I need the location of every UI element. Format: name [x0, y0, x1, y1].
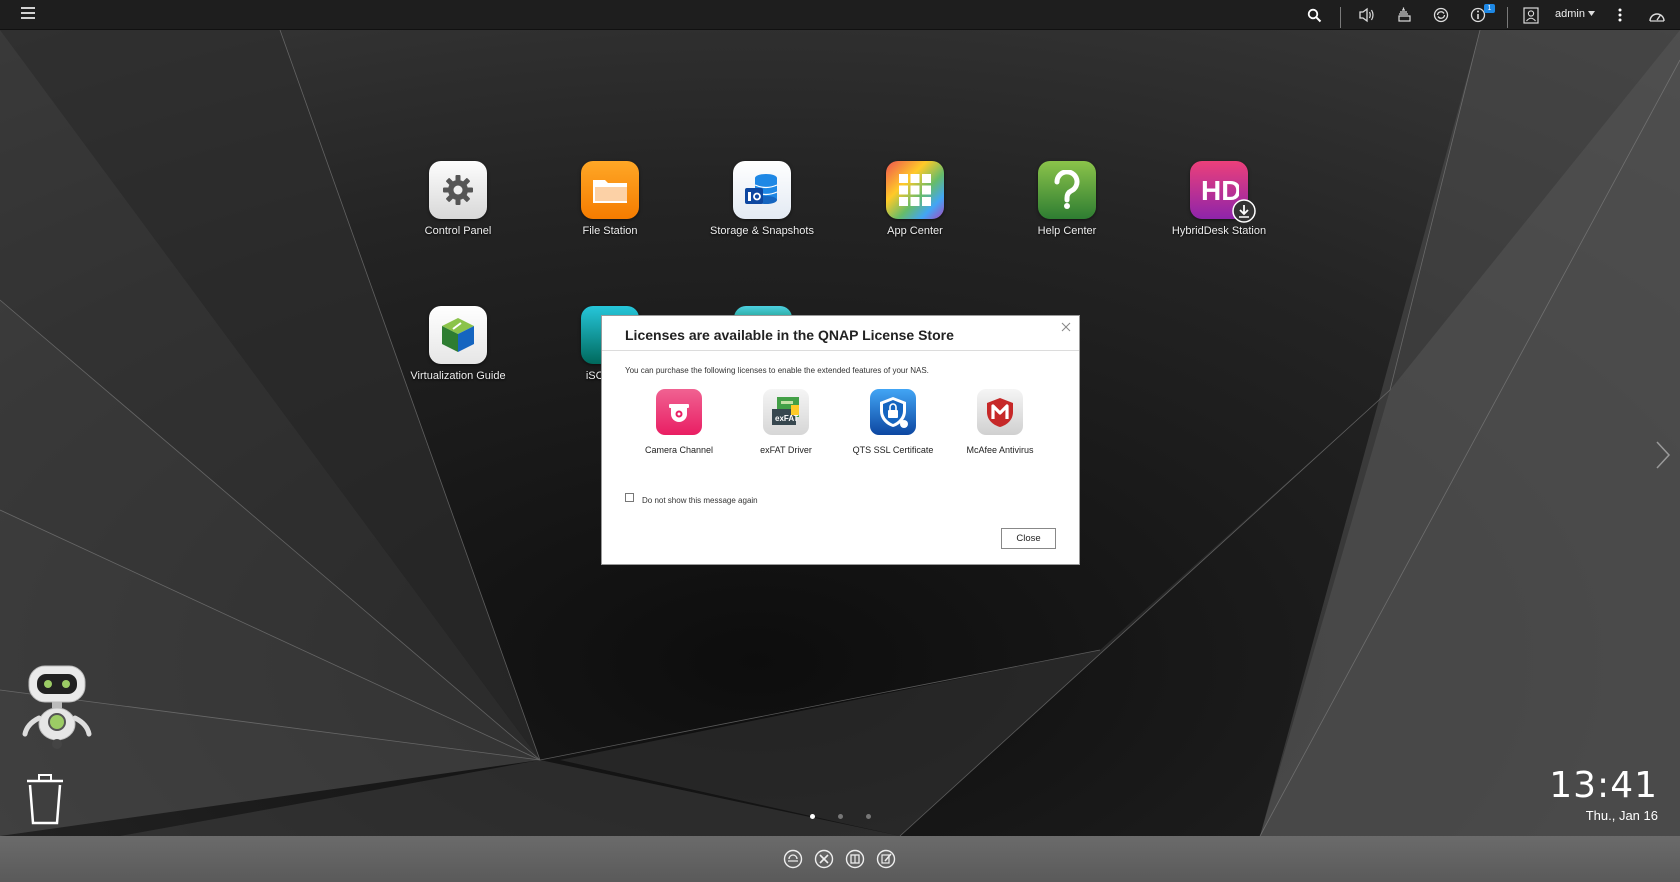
ssl-shield-icon [870, 389, 916, 435]
license-label: QTS SSL Certificate [852, 445, 934, 455]
tasks-icon[interactable] [1392, 3, 1416, 27]
sync-icon[interactable] [1429, 3, 1453, 27]
robot-assistant-icon[interactable] [19, 664, 95, 752]
app-hybriddesk-station[interactable]: HD HybridDesk Station [1149, 161, 1289, 237]
more-icon[interactable] [1608, 3, 1632, 27]
app-help-center[interactable]: Help Center [997, 161, 1137, 237]
grid-icon [886, 161, 944, 219]
dock-book-icon[interactable] [844, 848, 866, 870]
dialog-title: Licenses are available in the QNAP Licen… [625, 327, 954, 343]
app-virtualization-guide[interactable]: Virtualization Guide [388, 306, 528, 382]
license-label: McAfee Antivirus [966, 445, 1034, 455]
page-dot-2[interactable] [838, 814, 843, 819]
volume-icon[interactable] [1355, 3, 1379, 27]
clock-date: Thu., Jan 16 [1585, 808, 1658, 823]
divider [602, 350, 1079, 351]
license-mcafee-antivirus[interactable]: McAfee Antivirus [945, 389, 1055, 455]
hd-icon: HD [1190, 161, 1256, 223]
clock-time: 13:41 [1549, 765, 1658, 806]
app-label: HybridDesk Station [1171, 225, 1267, 237]
page-dot-1[interactable] [810, 814, 815, 819]
username-label[interactable]: admin [1555, 8, 1585, 20]
camera-icon [656, 389, 702, 435]
bottom-dock [0, 836, 1680, 882]
toolbar-separator [1340, 7, 1341, 28]
trash-icon[interactable] [25, 773, 65, 825]
exfat-icon: exFAT [763, 389, 809, 435]
dashboard-icon[interactable] [1645, 3, 1669, 27]
app-app-center[interactable]: App Center [845, 161, 985, 237]
svg-text:exFAT: exFAT [775, 414, 799, 423]
dock-remote-icon[interactable] [782, 848, 804, 870]
dont-show-again-checkbox[interactable] [625, 493, 634, 502]
notification-badge: 1 [1484, 4, 1495, 13]
app-control-panel[interactable]: Control Panel [388, 161, 528, 237]
app-label: Virtualization Guide [410, 370, 506, 382]
gear-icon [429, 161, 487, 219]
user-icon[interactable] [1519, 3, 1543, 27]
license-label: exFAT Driver [760, 445, 812, 455]
app-file-station[interactable]: File Station [540, 161, 680, 237]
download-icon [1232, 199, 1256, 223]
page-dot-3[interactable] [866, 814, 871, 819]
app-storage-snapshots[interactable]: Storage & Snapshots [692, 161, 832, 237]
chevron-down-icon[interactable] [1588, 11, 1595, 16]
app-label: Control Panel [424, 225, 492, 237]
app-label: Storage & Snapshots [710, 225, 814, 237]
search-icon[interactable] [1302, 3, 1326, 27]
dialog-description: You can purchase the following licenses … [625, 366, 929, 375]
storage-icon [733, 161, 791, 219]
app-label: App Center [887, 225, 943, 237]
dock-tools-icon[interactable] [813, 848, 835, 870]
close-icon[interactable] [1059, 320, 1073, 334]
menu-icon[interactable] [20, 6, 36, 25]
chevron-right-icon[interactable] [1655, 440, 1671, 470]
app-label: Help Center [1037, 225, 1097, 237]
question-icon [1038, 161, 1096, 219]
license-qts-ssl-certificate[interactable]: QTS SSL Certificate [838, 389, 948, 455]
top-bar: 1 admin [0, 0, 1680, 30]
license-exfat-driver[interactable]: exFAT exFAT Driver [731, 389, 841, 455]
license-store-dialog: Licenses are available in the QNAP Licen… [601, 315, 1080, 565]
toolbar-separator [1507, 7, 1508, 28]
dock-edit-icon[interactable] [875, 848, 897, 870]
license-label: Camera Channel [644, 445, 714, 455]
cube-icon [429, 306, 487, 364]
close-button[interactable]: Close [1001, 528, 1056, 549]
mcafee-icon [977, 389, 1023, 435]
app-label: File Station [582, 225, 638, 237]
license-camera-channel[interactable]: Camera Channel [624, 389, 734, 455]
checkbox-label[interactable]: Do not show this message again [642, 496, 758, 505]
folder-icon [581, 161, 639, 219]
